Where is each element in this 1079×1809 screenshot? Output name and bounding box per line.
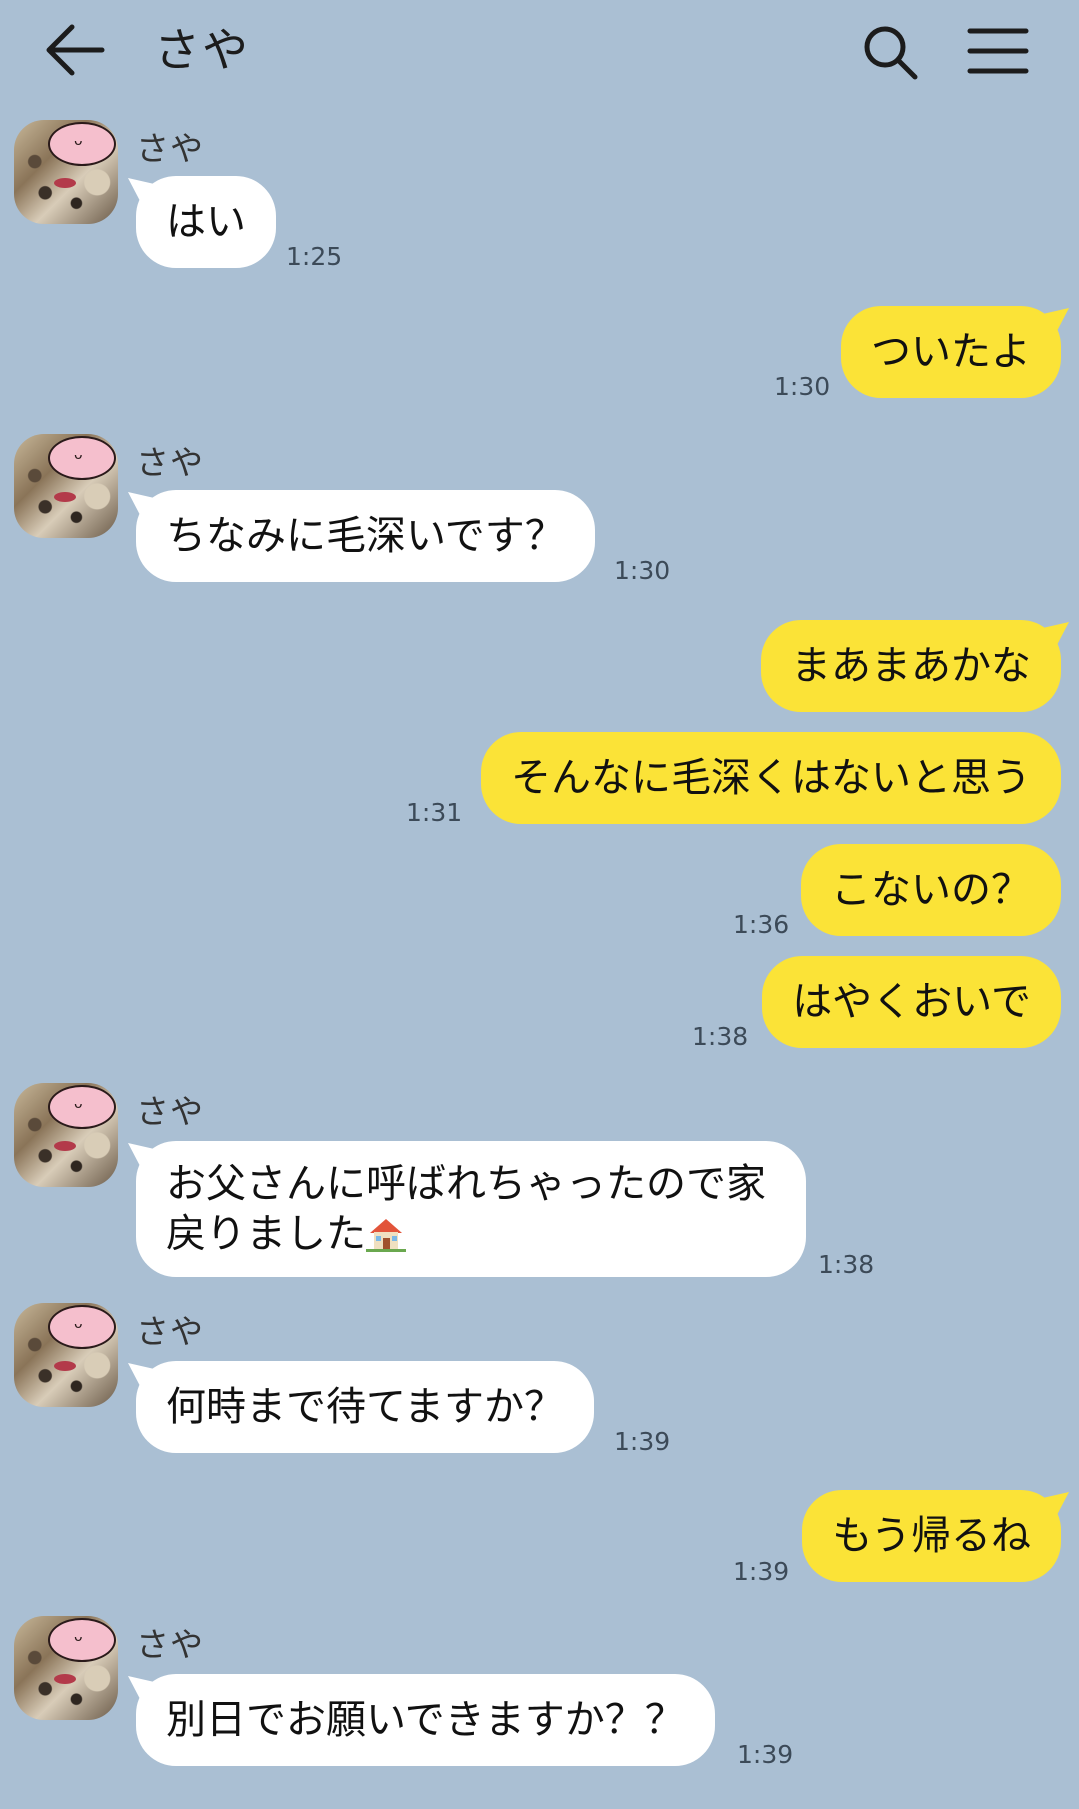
outgoing-message-bubble[interactable]: はやくおいで	[762, 956, 1061, 1048]
sender-name: さや	[136, 1625, 204, 1664]
sender-name: さや	[136, 443, 204, 482]
sender-avatar[interactable]: ᴗ	[14, 1303, 118, 1407]
outgoing-message-bubble[interactable]: まあまあかな	[761, 620, 1061, 712]
outgoing-message-bubble[interactable]: そんなに毛深くはないと思う	[481, 732, 1061, 824]
outgoing-message-bubble[interactable]: こないの？	[801, 844, 1061, 936]
message-text-line: 戻りました	[166, 1209, 776, 1259]
incoming-message-bubble[interactable]: ちなみに毛深いです？	[136, 490, 595, 582]
incoming-message-bubble[interactable]: お父さんに呼ばれちゃったので家 戻りました	[136, 1141, 806, 1277]
incoming-message-bubble[interactable]: 別日でお願いできますか？？	[136, 1674, 715, 1766]
message-time: 1:30	[614, 556, 671, 585]
outgoing-message-bubble[interactable]: もう帰るね	[802, 1490, 1061, 1582]
message-time: 1:25	[286, 242, 343, 271]
sender-name: さや	[136, 1312, 204, 1351]
message-time: 1:39	[614, 1427, 671, 1456]
message-time: 1:30	[774, 372, 831, 401]
sender-avatar[interactable]: ᴗ	[14, 434, 118, 538]
search-icon[interactable]	[860, 22, 920, 82]
message-time: 1:31	[406, 798, 463, 827]
sender-name: さや	[136, 1092, 204, 1131]
house-icon	[366, 1219, 406, 1252]
chat-header: さや	[0, 0, 1079, 100]
outgoing-message-bubble[interactable]: ついたよ	[841, 306, 1061, 398]
message-time: 1:38	[818, 1250, 875, 1279]
incoming-message-bubble[interactable]: 何時まで待てますか？	[136, 1361, 594, 1453]
message-time: 1:39	[737, 1740, 794, 1769]
message-time: 1:38	[692, 1022, 749, 1051]
sender-avatar[interactable]: ᴗ	[14, 1616, 118, 1720]
message-time: 1:39	[733, 1557, 790, 1586]
sender-name: さや	[136, 129, 204, 168]
incoming-message-bubble[interactable]: はい	[136, 176, 276, 268]
message-text-line: お父さんに呼ばれちゃったので家	[166, 1161, 766, 1207]
chat-title: さや	[154, 23, 250, 77]
sender-avatar[interactable]: ᴗ	[14, 1083, 118, 1187]
message-time: 1:36	[733, 910, 790, 939]
back-arrow-icon[interactable]	[44, 22, 106, 78]
sender-avatar[interactable]: ᴗ	[14, 120, 118, 224]
menu-icon[interactable]	[966, 26, 1030, 76]
